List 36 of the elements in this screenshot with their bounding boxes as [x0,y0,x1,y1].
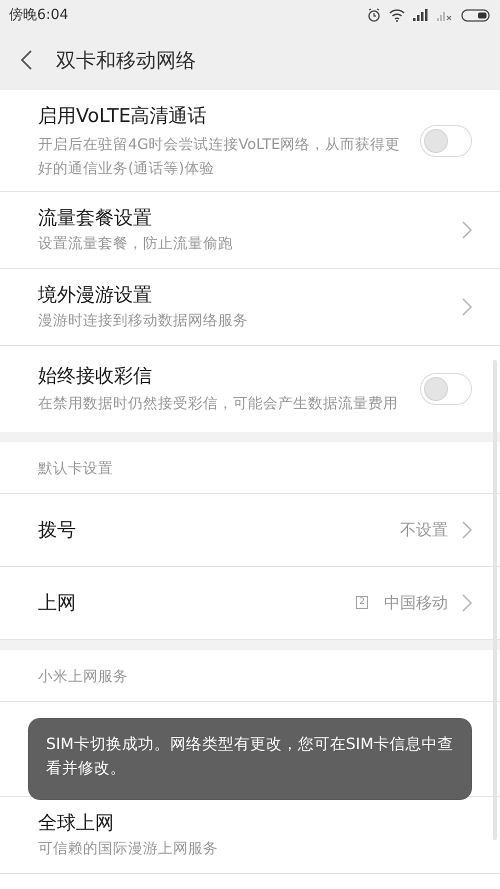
item-title: 境外漫游设置 [38,282,153,308]
page-title: 双卡和移动网络 [56,47,196,74]
back-icon[interactable] [20,50,32,70]
settings-item[interactable]: 流量套餐设置 设置流量套餐，防止流量偷跑 [0,192,500,269]
settings-item[interactable]: 境外漫游设置 漫游时连接到移动数据网络服务 [0,268,500,346]
settings-item[interactable]: 始终接收彩信 在禁用数据时仍然接受彩信，可能会产生数据流量费用 [0,346,500,432]
chevron-right-icon [462,220,472,239]
chevron-right-icon [462,520,472,539]
signal-icon [413,9,429,21]
no-signal-icon [437,9,453,21]
toast-message: SIM卡切换成功。网络类型有更改，您可在SIM卡信息中查看并修改。 [28,718,472,800]
toggle-switch[interactable] [420,125,472,158]
settings-item[interactable]: 启用VoLTE高清通话 开启后在驻留4G时会尝试连接VoLTE网络，从而获得更好的通信业务(通话等)体验 [0,92,500,192]
chevron-right-icon [462,298,472,316]
toggle-switch[interactable] [420,373,472,405]
sim-badge: 2 [356,596,368,610]
wifi-icon [389,8,405,22]
chevron-right-icon [462,594,472,612]
alarm-icon [367,8,381,22]
section-header: 默认卡设置 [38,461,113,477]
item-subtitle: 在禁用数据时仍然接受彩信，可能会产生数据流量费用 [38,394,399,414]
section-header: 小米上网服务 [38,668,128,685]
item-title: 上网 [38,590,77,616]
item-subtitle: 可信赖的国际漫游上网服务 [38,840,219,859]
status-time: 傍晚6:04 [9,6,68,24]
item-title: 拨号 [38,518,77,542]
battery-icon [461,8,491,22]
item-value: 中国移动 [384,592,448,614]
item-subtitle: 设置流量套餐，防止流量偷跑 [38,234,234,254]
item-value: 不设置 [400,518,448,541]
item-title: 启用VoLTE高清通话 [38,104,208,129]
item-subtitle: 开启后在驻留4G时会尝试连接VoLTE网络，从而获得更好的通信业务(通话等)体验 [38,136,402,178]
item-subtitle: 漫游时连接到移动数据网络服务 [38,312,249,332]
item-title: 流量套餐设置 [38,206,153,230]
item-title: 全球上网 [38,810,115,836]
item-title: 始终接收彩信 [38,364,153,389]
